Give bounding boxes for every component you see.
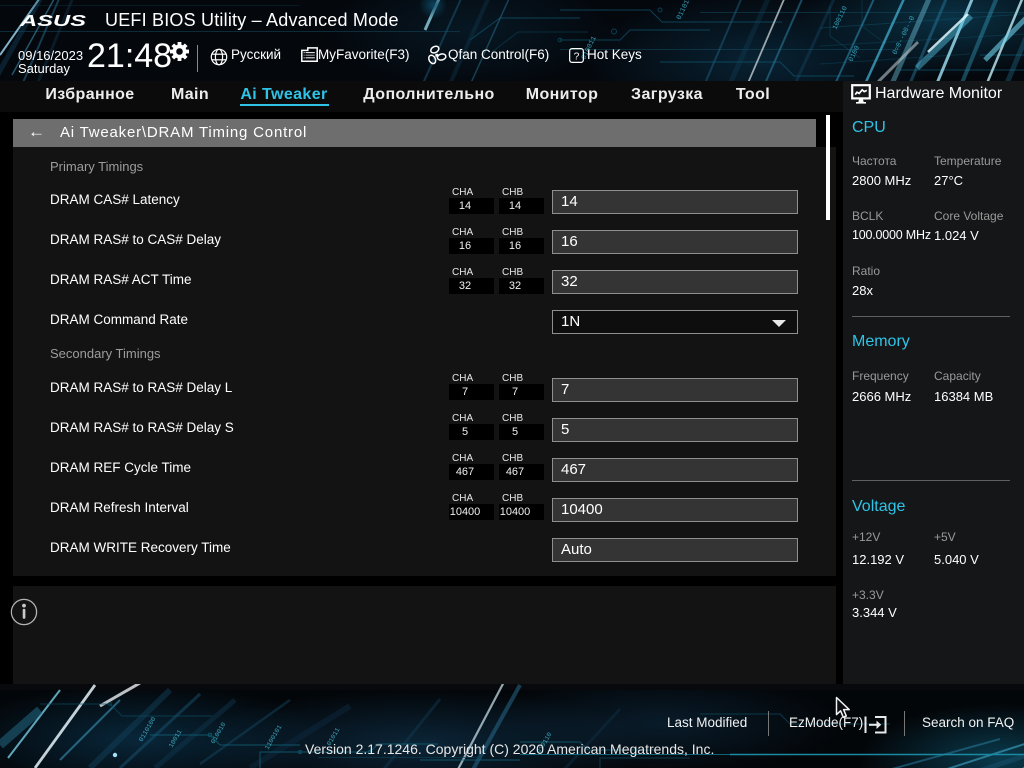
svg-text:ASUS: ASUS (19, 13, 87, 30)
svg-text:?: ? (574, 51, 580, 62)
